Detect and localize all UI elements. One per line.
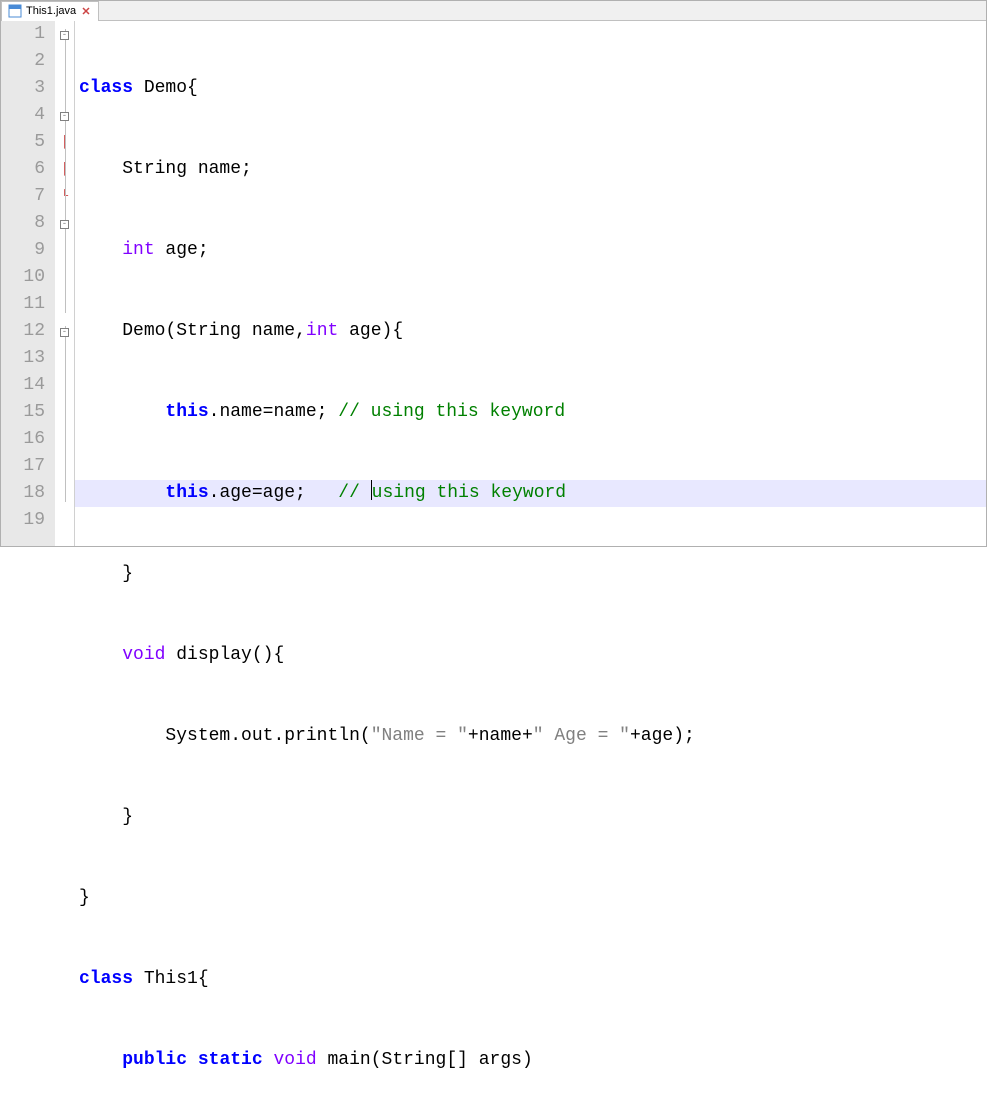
text-cursor (371, 480, 372, 500)
code-line: class Demo{ (75, 75, 986, 102)
line-number: 3 (1, 75, 45, 102)
code-editor[interactable]: 1 2 3 4 5 6 7 8 9 10 11 12 13 14 15 16 1… (1, 21, 986, 546)
line-number: 13 (1, 345, 45, 372)
file-tab[interactable]: This1.java (1, 1, 99, 21)
close-icon[interactable] (80, 5, 92, 17)
line-number: 14 (1, 372, 45, 399)
fold-toggle-icon[interactable]: - (60, 220, 69, 229)
code-line: int age; (75, 237, 986, 264)
line-number: 1 (1, 21, 45, 48)
line-number: 19 (1, 507, 45, 534)
line-number: 15 (1, 399, 45, 426)
line-number-gutter: 1 2 3 4 5 6 7 8 9 10 11 12 13 14 15 16 1… (1, 21, 55, 546)
fold-toggle-icon[interactable]: - (60, 112, 69, 121)
code-line: class This1{ (75, 966, 986, 993)
line-number: 9 (1, 237, 45, 264)
tab-filename: This1.java (26, 5, 76, 17)
code-line: System.out.println("Name = "+name+" Age … (75, 723, 986, 750)
code-line: String name; (75, 156, 986, 183)
code-line: void display(){ (75, 642, 986, 669)
line-number: 18 (1, 480, 45, 507)
code-line: public static void main(String[] args) (75, 1047, 986, 1074)
line-number: 10 (1, 264, 45, 291)
code-line: } (75, 804, 986, 831)
java-file-icon (8, 4, 22, 18)
code-area[interactable]: class Demo{ String name; int age; Demo(S… (75, 21, 986, 546)
code-line: } (75, 885, 986, 912)
line-number: 11 (1, 291, 45, 318)
fold-gutter: - - │ │ └ - - (55, 21, 75, 546)
fold-toggle-icon[interactable]: - (60, 328, 69, 337)
fold-toggle-icon[interactable]: - (60, 31, 69, 40)
line-number: 16 (1, 426, 45, 453)
line-number: 12 (1, 318, 45, 345)
line-number: 17 (1, 453, 45, 480)
line-number: 6 (1, 156, 45, 183)
line-number: 7 (1, 183, 45, 210)
code-line: } (75, 561, 986, 588)
tab-bar: This1.java (1, 1, 986, 21)
code-line: this.name=name; // using this keyword (75, 399, 986, 426)
line-number: 5 (1, 129, 45, 156)
code-line-current: this.age=age; // using this keyword (75, 480, 986, 507)
line-number: 8 (1, 210, 45, 237)
code-line: Demo(String name,int age){ (75, 318, 986, 345)
line-number: 2 (1, 48, 45, 75)
line-number: 4 (1, 102, 45, 129)
